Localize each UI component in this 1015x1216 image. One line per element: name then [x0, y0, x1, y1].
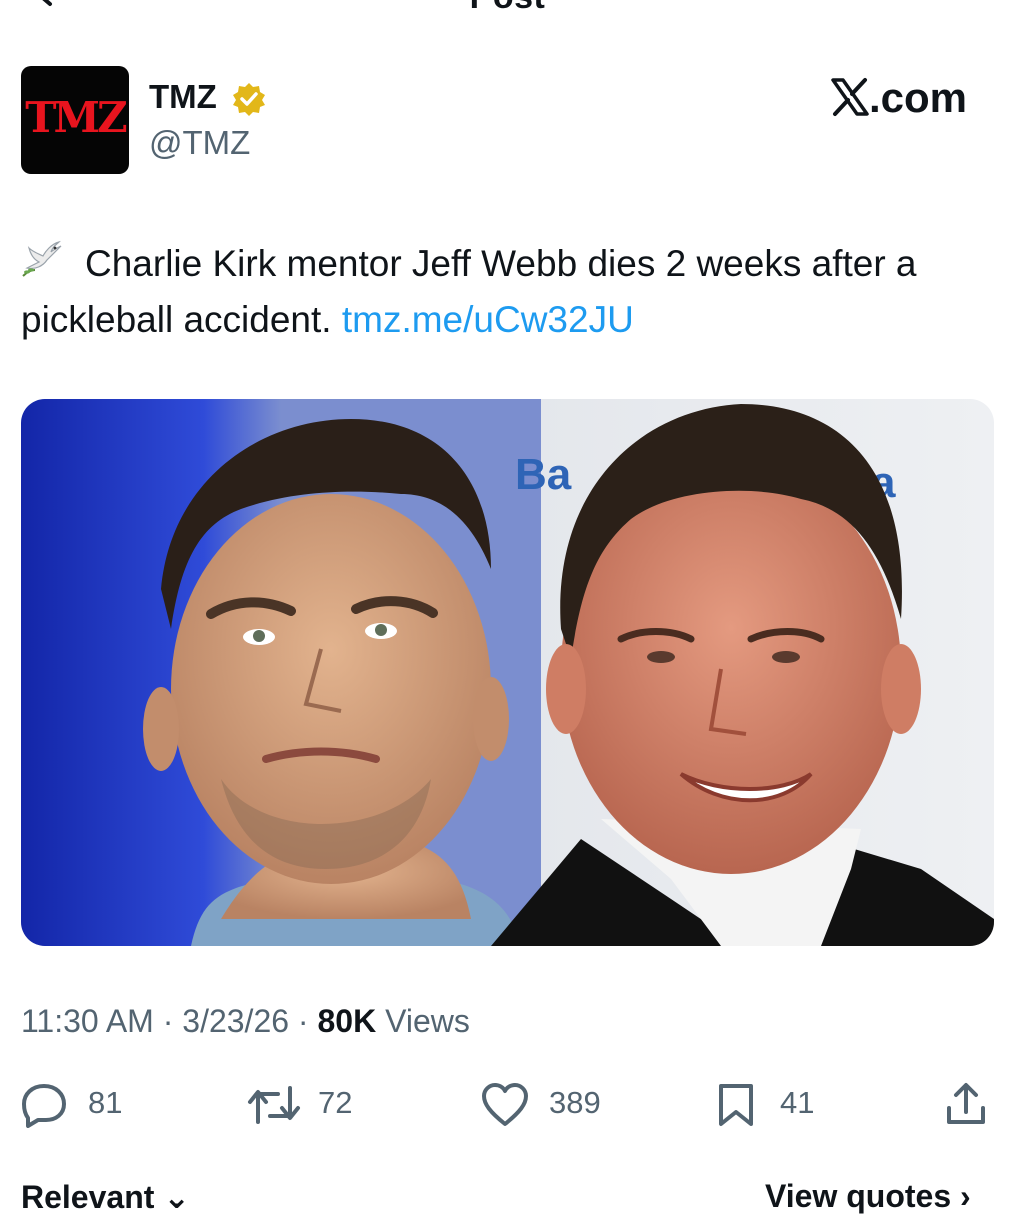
meta-separator: · [297, 1003, 309, 1039]
relevant-sort-tab[interactable]: Relevant ⌄ [21, 1178, 190, 1216]
views-count: 80K [317, 1003, 377, 1039]
reply-button[interactable]: 81 [20, 1078, 150, 1130]
reply-icon [22, 1084, 66, 1128]
share-icon [947, 1083, 985, 1124]
x-logo-icon [830, 77, 870, 117]
tweet-time[interactable]: 11:30 AM [21, 1003, 154, 1039]
bookmark-count: 41 [780, 1085, 815, 1120]
background-sign-text-left: Ba [515, 450, 572, 499]
author-handle[interactable]: @TMZ [149, 124, 250, 162]
bookmark-icon [719, 1084, 753, 1126]
relevant-label: Relevant [21, 1179, 155, 1215]
like-button[interactable]: 389 [480, 1078, 630, 1130]
chevron-right-icon: › [960, 1178, 971, 1214]
bookmark-button[interactable]: 41 [716, 1078, 846, 1130]
chevron-down-icon: ⌄ [163, 1179, 191, 1215]
reply-count: 81 [88, 1085, 123, 1120]
tweet-date[interactable]: 3/23/26 [182, 1003, 289, 1039]
view-quotes-label: View quotes [765, 1178, 952, 1214]
dove-emoji-icon [21, 240, 69, 280]
repost-icon [248, 1086, 300, 1124]
meta-separator: · [162, 1003, 174, 1039]
avatar[interactable]: TMZ [21, 66, 129, 174]
tweet-link[interactable]: tmz.me/uCw32JU [342, 299, 634, 340]
share-button[interactable] [944, 1078, 994, 1130]
repost-button[interactable]: 72 [246, 1078, 376, 1130]
tweet-text: Charlie Kirk mentor Jeff Webb dies 2 wee… [21, 236, 996, 348]
views-label: Views [385, 1003, 470, 1039]
page-title: Post [0, 0, 1015, 17]
site-label: .com [869, 74, 968, 121]
avatar-logo-text: TMZ [25, 93, 127, 142]
tweet-media-image[interactable]: Ba a [21, 399, 994, 946]
repost-count: 72 [318, 1085, 353, 1120]
author-name[interactable]: TMZ [149, 78, 217, 116]
more-options-icon[interactable] [910, 0, 980, 10]
heart-icon [482, 1083, 528, 1126]
view-quotes-link[interactable]: View quotes › [765, 1178, 971, 1215]
tweet-meta: 11:30 AM · 3/23/26 · 80K Views [21, 1003, 470, 1040]
verified-badge-icon [231, 81, 267, 117]
like-count: 389 [549, 1085, 601, 1120]
